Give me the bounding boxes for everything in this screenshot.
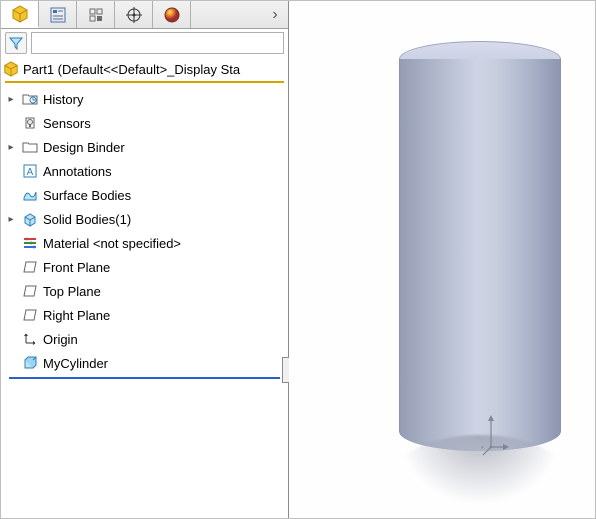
tree-item-sensors[interactable]: Sensors <box>5 111 284 135</box>
filter-button[interactable] <box>5 32 27 54</box>
cylinder-reflection <box>399 435 561 505</box>
tree-item-feature-mycylinder[interactable]: MyCylinder <box>5 351 284 375</box>
filter-bar <box>1 29 288 57</box>
tree-item-solid-bodies[interactable]: ▸ Solid Bodies(1) <box>5 207 284 231</box>
filter-input[interactable] <box>31 32 284 54</box>
tree-root-label: Part1 (Default<<Default>_Display Sta <box>23 62 240 77</box>
tree-item-front-plane[interactable]: Front Plane <box>5 255 284 279</box>
properties-icon <box>50 7 66 23</box>
expand-caret-icon[interactable]: ▸ <box>5 94 17 105</box>
folder-icon <box>21 138 39 156</box>
tree-item-label: Design Binder <box>43 140 125 155</box>
material-icon <box>21 234 39 252</box>
extrude-icon <box>21 354 39 372</box>
feature-manager-panel: › Part1 (Default<<Default>_Display Sta ▸ <box>1 1 289 518</box>
target-icon <box>126 7 142 23</box>
tab-feature-tree[interactable] <box>1 1 39 28</box>
plane-icon <box>21 282 39 300</box>
plane-icon <box>21 306 39 324</box>
part-cube-icon <box>3 61 19 77</box>
folder-clock-icon <box>21 90 39 108</box>
tabs-overflow-button[interactable]: › <box>262 1 288 28</box>
tree-item-label: MyCylinder <box>43 356 108 371</box>
tree-item-annotations[interactable]: A Annotations <box>5 159 284 183</box>
tree-item-label: Right Plane <box>43 308 110 323</box>
rollback-bar[interactable] <box>9 377 280 379</box>
model-cylinder[interactable] <box>399 41 561 471</box>
graphics-viewport[interactable]: * <box>289 1 595 518</box>
tree-item-top-plane[interactable]: Top Plane <box>5 279 284 303</box>
annotations-icon: A <box>21 162 39 180</box>
tab-display-manager[interactable] <box>153 1 191 28</box>
tree-item-label: Annotations <box>43 164 112 179</box>
tree-item-surface-bodies[interactable]: Surface Bodies <box>5 183 284 207</box>
plane-icon <box>21 258 39 276</box>
expand-caret-icon[interactable]: ▸ <box>5 214 17 225</box>
tree-root[interactable]: Part1 (Default<<Default>_Display Sta <box>1 57 288 81</box>
chevron-right-icon: › <box>272 6 277 24</box>
tree-item-label: Top Plane <box>43 284 101 299</box>
tree-item-label: Material <not specified> <box>43 236 181 251</box>
funnel-icon <box>9 36 23 50</box>
tab-dimxpert-manager[interactable] <box>115 1 153 28</box>
tree-item-material[interactable]: Material <not specified> <box>5 231 284 255</box>
tree-item-history[interactable]: ▸ History <box>5 87 284 111</box>
tree-item-label: Front Plane <box>43 260 110 275</box>
expand-caret-icon[interactable]: ▸ <box>5 142 17 153</box>
part-cube-icon <box>11 5 29 23</box>
tab-configuration-manager[interactable] <box>77 1 115 28</box>
sensor-icon <box>21 114 39 132</box>
tree-item-label: Origin <box>43 332 78 347</box>
tree-item-label: Sensors <box>43 116 91 131</box>
cylinder-side-face <box>399 59 561 451</box>
origin-icon <box>21 330 39 348</box>
tab-spacer <box>191 1 262 28</box>
svg-text:A: A <box>27 167 34 178</box>
tree-item-label: Solid Bodies(1) <box>43 212 131 227</box>
app-frame: › Part1 (Default<<Default>_Display Sta ▸ <box>0 0 596 519</box>
tab-property-manager[interactable] <box>39 1 77 28</box>
solid-body-icon <box>21 210 39 228</box>
feature-tree: ▸ History Sensors ▸ Design Binder <box>1 85 288 518</box>
appearance-ball-icon <box>164 7 180 23</box>
tree-item-origin[interactable]: Origin <box>5 327 284 351</box>
manager-tabs: › <box>1 1 288 29</box>
root-underline <box>5 81 284 83</box>
tree-item-right-plane[interactable]: Right Plane <box>5 303 284 327</box>
tree-item-label: History <box>43 92 83 107</box>
configuration-icon <box>88 7 104 23</box>
surface-icon <box>21 186 39 204</box>
tree-item-design-binder[interactable]: ▸ Design Binder <box>5 135 284 159</box>
tree-item-label: Surface Bodies <box>43 188 131 203</box>
